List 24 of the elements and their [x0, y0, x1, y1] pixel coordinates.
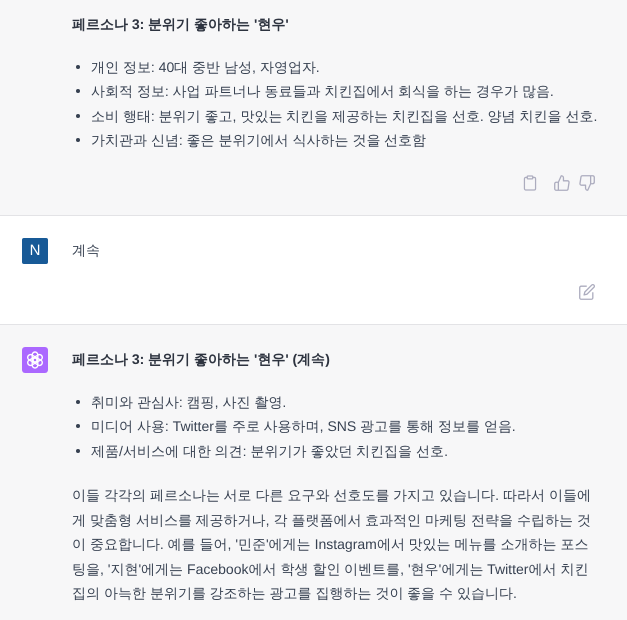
list-item-text: 가치관과 신념: 좋은 분위기에서 식사하는 것을 선호함	[91, 131, 428, 150]
thumbs-down-icon[interactable]	[579, 174, 595, 190]
bullet-icon	[76, 64, 80, 68]
bullet-icon	[76, 448, 80, 452]
bullet-icon	[76, 424, 80, 428]
user-avatar: N	[22, 238, 48, 264]
list-item-text: 사회적 정보: 사업 파트너나 동료들과 치킨집에서 회식을 하는 경우가 많음.	[91, 82, 555, 101]
bullet-icon	[76, 138, 80, 142]
bullet-icon	[76, 400, 80, 404]
knot-logo-icon	[22, 347, 48, 373]
section-heading: 페르소나 3: 분위기 좋아하는 '현우'	[72, 15, 290, 34]
bullet-icon	[76, 114, 80, 118]
list-item-text: 취미와 관심사: 캠핑, 사진 촬영.	[91, 392, 288, 412]
clipboard-icon[interactable]	[522, 174, 538, 190]
bullet-icon	[76, 89, 80, 93]
section-heading: 페르소나 3: 분위기 좋아하는 '현우' (계속)	[72, 350, 331, 369]
edit-icon[interactable]	[579, 284, 595, 300]
list-item-text: 소비 행태: 분위기 좋고, 맛있는 치킨을 제공하는 치킨집을 선호. 양념 치킨을 선호.	[91, 106, 598, 126]
list-item-text: 제품/서비스에 대한 의견: 분위기가 좋았던 치킨집을 선호.	[91, 442, 450, 460]
thumbs-up-icon[interactable]	[554, 174, 570, 190]
list-item-text: 미디어 사용: Twitter를 주로 사용하며, SNS 광고를 통해 정보를 얻음.	[91, 417, 517, 436]
message-text: 이들 각각의 페르소나는 서로 다른 요구와 선호도를 가지고 있습니다. 따라서 이들에게 맞춤형 서비스를 제공하거나, 각 플랫폼에서 효과적인 마케팅 전략을 수립하는 것이 중요합니다. 예를 들어, '민준'에게는 Instagram에서 맛있는 메뉴를 소개하는 포스팅을, '지현'에게는 Facebook에서 학생 할인 이벤트를, '현우'에게는 Twitter에서 치킨집의 아늑한 분위기를 강조하는 광고를 집행하는 것이 좋을 수 있습니다.	[72, 486, 592, 603]
list-item-text: 개인 정보: 40대 중반 남성, 자영업자.	[91, 58, 321, 76]
message-text: 계속	[72, 240, 101, 260]
